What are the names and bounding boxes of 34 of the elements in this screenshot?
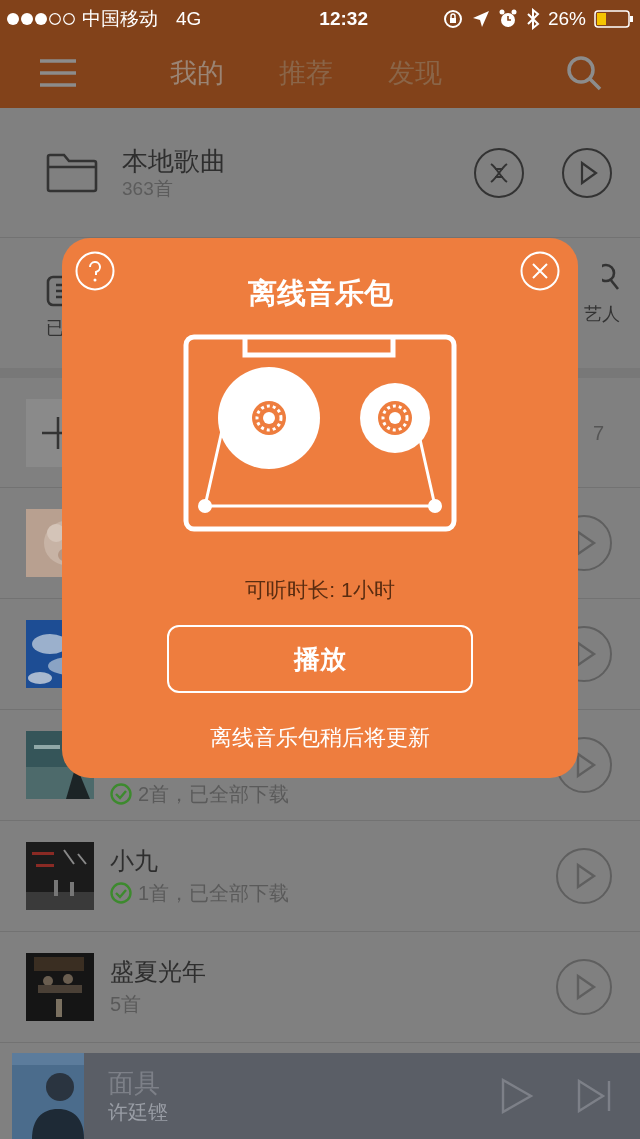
- signal-icon: [6, 12, 76, 26]
- play-button[interactable]: [561, 146, 613, 199]
- alarm-icon: [497, 9, 518, 29]
- local-music-title[interactable]: 本地歌曲: [122, 144, 226, 177]
- search-icon[interactable]: [566, 55, 602, 91]
- close-icon[interactable]: [520, 251, 560, 291]
- bluetooth-icon: [525, 8, 540, 30]
- status-time: 12:32: [319, 6, 368, 31]
- play-button[interactable]: [555, 958, 613, 1016]
- listening-duration: 可听时长: 1小时: [245, 576, 395, 603]
- next-icon[interactable]: [576, 1079, 612, 1113]
- shortcut-label[interactable]: 已: [46, 314, 64, 342]
- menu-icon[interactable]: [38, 58, 78, 88]
- add-tile[interactable]: [26, 398, 62, 467]
- cassette-icon: [183, 333, 457, 532]
- nav-tab[interactable]: 我的: [170, 52, 224, 94]
- battery-percent: 26%: [547, 6, 586, 31]
- play-button[interactable]: 播放: [167, 625, 473, 693]
- rotation-lock-icon: [441, 8, 464, 30]
- update-note: 离线音乐包稍后将更新: [210, 724, 430, 752]
- plus-icon: [42, 414, 62, 451]
- battery-icon: [594, 10, 634, 28]
- playlist-title[interactable]: 小九: [110, 844, 290, 878]
- carrier-name: 中国移动: [82, 6, 158, 31]
- playlist-title[interactable]: 盛夏光年: [110, 955, 206, 989]
- folder-icon: [46, 152, 98, 193]
- shortcut-label[interactable]: 艺人: [584, 300, 620, 328]
- artist-name: 许廷铿: [108, 1100, 168, 1125]
- help-icon[interactable]: [75, 251, 115, 291]
- play-button[interactable]: [555, 847, 613, 905]
- location-icon: [471, 10, 490, 28]
- dialog-title: 离线音乐包: [247, 276, 393, 311]
- play-icon[interactable]: [500, 1078, 534, 1114]
- network-type: 4G: [176, 6, 202, 31]
